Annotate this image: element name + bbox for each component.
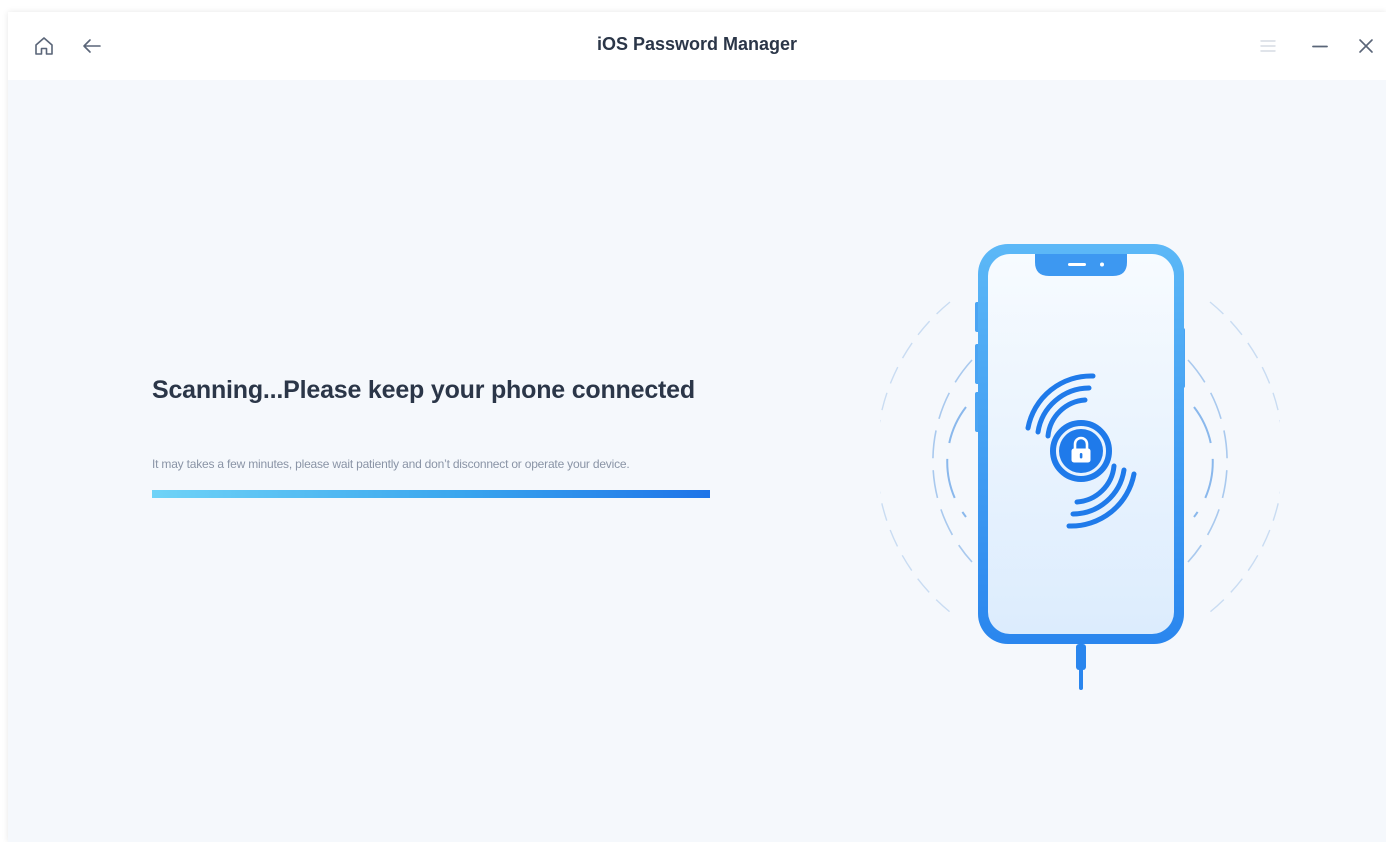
menu-icon[interactable]	[1256, 34, 1280, 58]
scanning-subtext: It may takes a few minutes, please wait …	[152, 457, 630, 471]
phone-scanning-illustration	[880, 244, 1280, 690]
scanning-headline: Scanning...Please keep your phone connec…	[152, 376, 695, 404]
window-title: iOS Password Manager	[596, 34, 798, 54]
progress-bar	[152, 490, 710, 498]
title-bar: iOS Password Manager	[8, 12, 1386, 80]
close-icon[interactable]	[1354, 34, 1378, 58]
app-window: iOS Password Manager Scanning...Please k…	[8, 12, 1386, 842]
progress-bar-fill	[152, 490, 710, 498]
minimize-icon[interactable]	[1308, 34, 1332, 58]
